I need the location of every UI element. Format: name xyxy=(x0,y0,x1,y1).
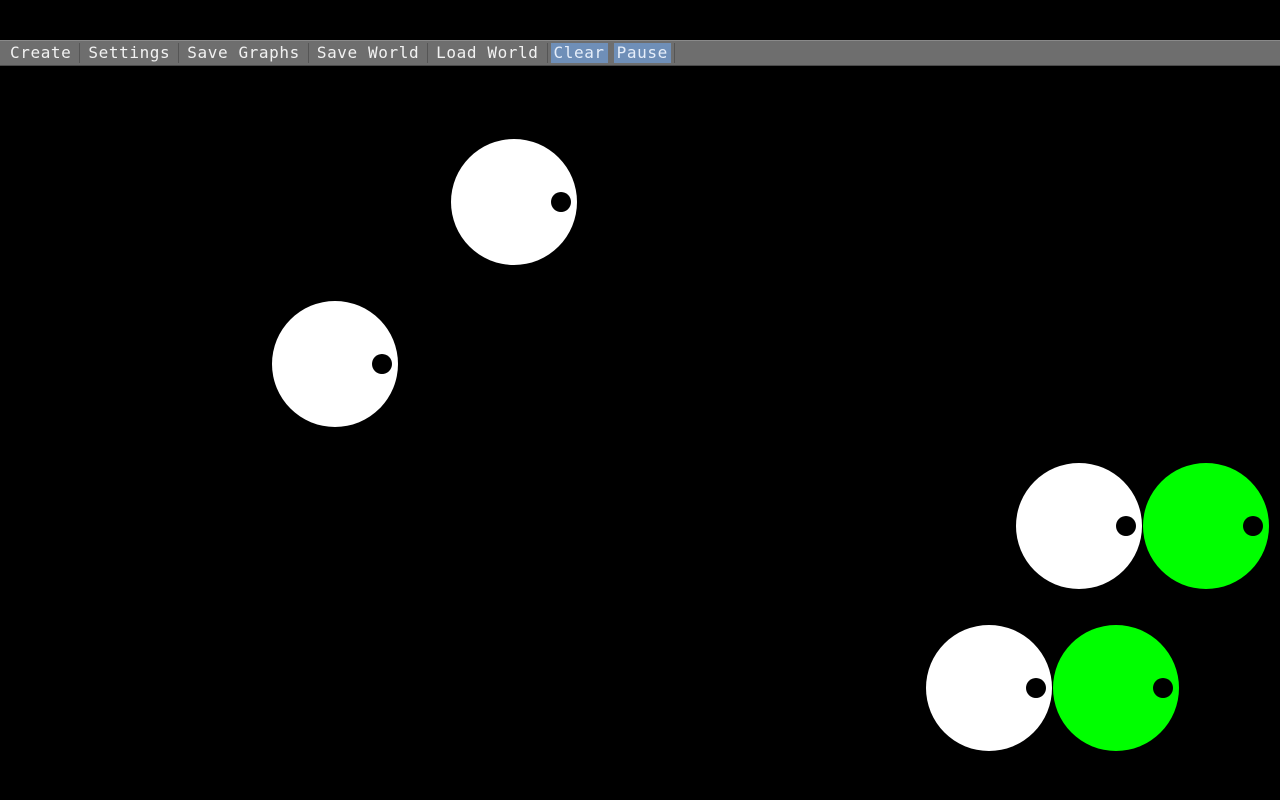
world-canvas[interactable] xyxy=(0,66,1280,800)
agent-green-4 xyxy=(1143,463,1269,589)
load-world-menu-button[interactable]: Load World xyxy=(428,43,548,63)
agent-eye xyxy=(1243,516,1263,536)
agent-green-6 xyxy=(1053,625,1179,751)
agent-eye xyxy=(1116,516,1136,536)
agent-eye xyxy=(551,192,571,212)
menu-divider xyxy=(673,43,675,63)
create-menu-button[interactable]: Create xyxy=(2,43,81,63)
settings-menu-button[interactable]: Settings xyxy=(80,43,180,63)
agent-eye xyxy=(372,354,392,374)
pause-button[interactable]: Pause xyxy=(613,43,671,63)
agent-white-1 xyxy=(451,139,577,265)
agent-white-5 xyxy=(926,625,1052,751)
save-world-menu-button[interactable]: Save World xyxy=(309,43,429,63)
clear-button[interactable]: Clear xyxy=(550,43,608,63)
simulation-app: Create Settings Save Graphs Save World L… xyxy=(0,0,1280,800)
menu-bar: Create Settings Save Graphs Save World L… xyxy=(0,40,1280,66)
agent-white-3 xyxy=(1016,463,1142,589)
agent-eye xyxy=(1026,678,1046,698)
world-svg xyxy=(272,139,1269,751)
save-graphs-menu-button[interactable]: Save Graphs xyxy=(179,43,309,63)
agent-white-2 xyxy=(272,301,398,427)
agent-eye xyxy=(1153,678,1173,698)
